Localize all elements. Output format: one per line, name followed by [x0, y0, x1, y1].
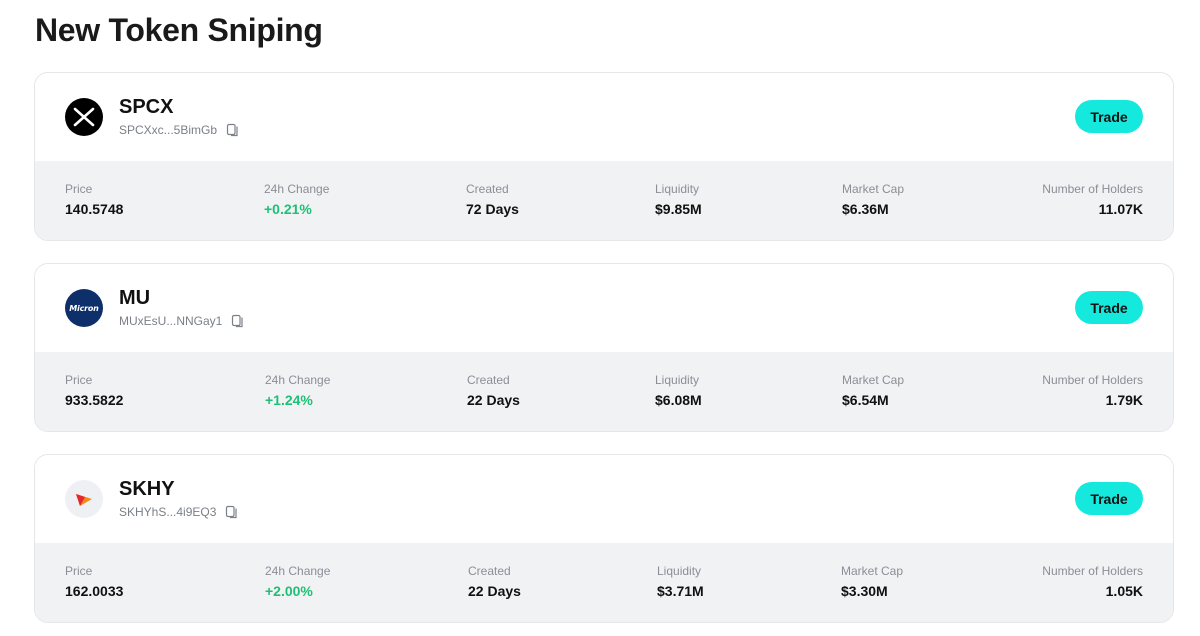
stat-label: Created: [468, 564, 511, 578]
stat-created: Created 22 Days: [467, 373, 520, 408]
copy-icon[interactable]: [231, 314, 245, 328]
stat-label: Liquidity: [655, 373, 700, 387]
stat-label: Market Cap: [842, 182, 905, 196]
stat-value: $6.08M: [655, 392, 702, 408]
stat-value: $6.36M: [842, 201, 889, 217]
token-symbol: MU: [119, 287, 151, 309]
token-stats: Price 140.5748 24h Change +0.21% Created…: [35, 161, 1173, 240]
trade-button[interactable]: Trade: [1075, 291, 1143, 324]
stat-label: Price: [65, 564, 93, 578]
stat-label: Price: [65, 182, 93, 196]
sk-hynix-logo-icon: [65, 480, 103, 518]
stat-label: Market Cap: [841, 564, 904, 578]
token-card-header: Micron MU MUxEsU...NNGay1 Trade: [35, 264, 1173, 352]
stat-liquidity: Liquidity $9.85M: [655, 182, 702, 217]
stat-label: Number of Holders: [1042, 182, 1143, 196]
stat-value: +2.00%: [265, 583, 313, 599]
trade-button[interactable]: Trade: [1075, 100, 1143, 133]
stat-label: 24h Change: [265, 373, 331, 387]
stat-value: $3.71M: [657, 583, 704, 599]
stat-label: Created: [466, 182, 509, 196]
stat-24h-change: 24h Change +0.21%: [264, 182, 329, 217]
stat-24h-change: 24h Change +2.00%: [265, 564, 330, 599]
stat-value: 140.5748: [65, 201, 124, 217]
stat-value: 1.79K: [1105, 392, 1143, 408]
stat-market-cap: Market Cap $6.36M: [842, 182, 904, 217]
page-title: New Token Sniping: [35, 12, 323, 48]
token-card-header: SPCX SPCXxc...5BimGb Trade: [35, 73, 1173, 161]
stat-label: 24h Change: [264, 182, 330, 196]
token-address-row: SKHYhS...4i9EQ3: [119, 505, 239, 519]
stat-liquidity: Liquidity $6.08M: [655, 373, 702, 408]
stat-price: Price 162.0033: [65, 564, 123, 599]
token-symbol: SPCX: [119, 96, 174, 118]
page: New Token Sniping SPCX SPCXxc...5BimGb T…: [0, 0, 1200, 636]
stat-created: Created 22 Days: [468, 564, 521, 599]
stat-value: 72 Days: [466, 201, 519, 217]
stat-value: $9.85M: [655, 201, 702, 217]
x-logo-icon: [65, 98, 103, 136]
stat-value: 933.5822: [65, 392, 124, 408]
token-symbol: SKHY: [119, 478, 175, 500]
token-card-spcx: SPCX SPCXxc...5BimGb Trade Price 140.574…: [34, 72, 1174, 241]
token-address: MUxEsU...NNGay1: [119, 314, 223, 328]
stat-label: Number of Holders: [1042, 373, 1143, 387]
stat-price: Price 140.5748: [65, 182, 123, 217]
stat-value: $6.54M: [842, 392, 889, 408]
stat-holders: Number of Holders 1.05K: [1042, 564, 1143, 599]
stat-label: Market Cap: [842, 373, 905, 387]
stat-value: +0.21%: [264, 201, 312, 217]
micron-logo-icon: Micron: [65, 289, 103, 327]
stat-value: 1.05K: [1105, 583, 1143, 599]
token-card-skhy: SKHY SKHYhS...4i9EQ3 Trade Price 162.003…: [34, 454, 1174, 623]
stat-value: 22 Days: [467, 392, 520, 408]
stat-holders: Number of Holders 1.79K: [1042, 373, 1143, 408]
token-card-header: SKHY SKHYhS...4i9EQ3 Trade: [35, 455, 1173, 543]
stat-label: Liquidity: [657, 564, 702, 578]
token-address-row: SPCXxc...5BimGb: [119, 123, 240, 137]
stat-label: Number of Holders: [1042, 564, 1143, 578]
stat-value: 22 Days: [468, 583, 521, 599]
trade-button[interactable]: Trade: [1075, 482, 1143, 515]
stat-created: Created 72 Days: [466, 182, 519, 217]
stat-value: $3.30M: [841, 583, 888, 599]
stat-market-cap: Market Cap $3.30M: [841, 564, 903, 599]
token-stats: Price 162.0033 24h Change +2.00% Created…: [35, 543, 1173, 622]
micron-logo-text: Micron: [69, 303, 99, 313]
token-stats: Price 933.5822 24h Change +1.24% Created…: [35, 352, 1173, 431]
stat-label: 24h Change: [265, 564, 331, 578]
token-address: SPCXxc...5BimGb: [119, 123, 218, 137]
copy-icon[interactable]: [226, 123, 240, 137]
stat-market-cap: Market Cap $6.54M: [842, 373, 904, 408]
token-address-row: MUxEsU...NNGay1: [119, 314, 245, 328]
stat-24h-change: 24h Change +1.24%: [265, 373, 330, 408]
stat-price: Price 933.5822: [65, 373, 123, 408]
copy-icon[interactable]: [225, 505, 239, 519]
token-card-mu: Micron MU MUxEsU...NNGay1 Trade Price 93…: [34, 263, 1174, 432]
token-address: SKHYhS...4i9EQ3: [119, 505, 217, 519]
stat-label: Price: [65, 373, 93, 387]
stat-value: +1.24%: [265, 392, 313, 408]
stat-value: 11.07K: [1098, 201, 1143, 217]
stat-liquidity: Liquidity $3.71M: [657, 564, 704, 599]
stat-label: Liquidity: [655, 182, 700, 196]
stat-label: Created: [467, 373, 510, 387]
stat-value: 162.0033: [65, 583, 124, 599]
stat-holders: Number of Holders 11.07K: [1042, 182, 1143, 217]
